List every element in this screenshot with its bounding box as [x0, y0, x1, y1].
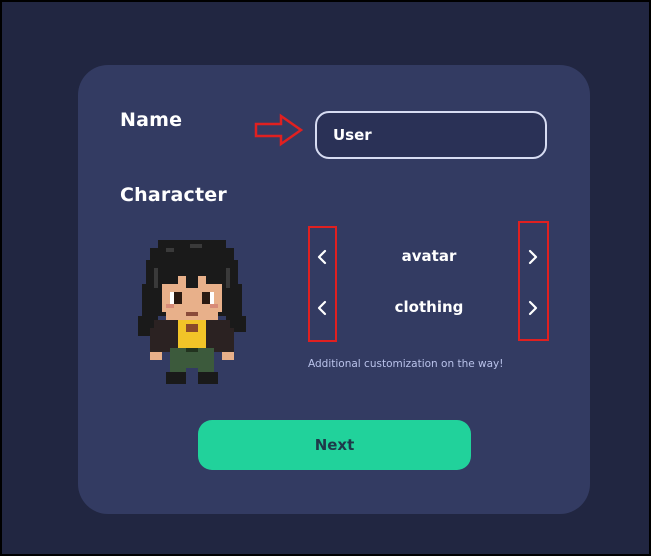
- next-button[interactable]: Next: [198, 420, 471, 470]
- window-frame: Name Character: [0, 0, 651, 556]
- character-label: Character: [120, 184, 227, 206]
- clothing-next-button[interactable]: [521, 293, 545, 323]
- clothing-prev-button[interactable]: [310, 293, 334, 323]
- avatar-option-label: avatar: [401, 247, 457, 265]
- avatar-prev-button[interactable]: [310, 242, 334, 272]
- name-input[interactable]: [315, 111, 547, 159]
- character-avatar: [138, 240, 246, 384]
- red-arrow-icon: [254, 113, 304, 147]
- chevron-left-icon: [317, 300, 327, 316]
- clothing-option-label: clothing: [394, 298, 464, 316]
- customization-note: Additional customization on the way!: [308, 358, 504, 370]
- chevron-left-icon: [317, 249, 327, 265]
- chevron-right-icon: [528, 300, 538, 316]
- avatar-next-button[interactable]: [521, 242, 545, 272]
- chevron-right-icon: [528, 249, 538, 265]
- name-label: Name: [120, 109, 183, 131]
